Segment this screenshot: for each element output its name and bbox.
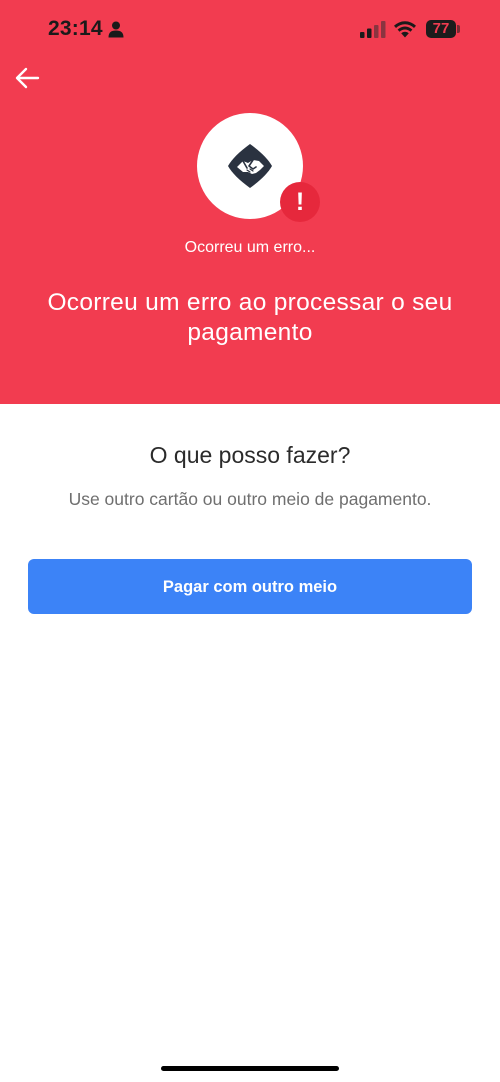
error-title: Ocorreu um erro ao processar o seu pagam… <box>47 289 453 346</box>
battery-cap <box>457 25 460 33</box>
help-heading: O que posso fazer? <box>149 442 351 468</box>
person-icon <box>108 21 124 38</box>
back-button[interactable] <box>12 62 44 94</box>
exclamation-icon: ! <box>295 188 305 216</box>
pay-another-way-button[interactable]: Pagar com outro meio <box>28 559 472 614</box>
alert-badge: ! <box>280 182 320 222</box>
status-time: 23:14 <box>48 17 103 40</box>
battery-level: 77 <box>432 20 450 37</box>
arrow-left-icon <box>15 67 40 89</box>
home-indicator <box>161 1066 339 1071</box>
handshake-logo-icon <box>228 144 272 188</box>
help-text: Use outro cartão ou outro meio de pagame… <box>68 489 432 509</box>
status-caption: Ocorreu um erro... <box>184 239 316 256</box>
wifi-icon <box>394 21 416 38</box>
signal-icon <box>360 21 386 38</box>
status-bar: 23:14 77 <box>0 0 500 60</box>
